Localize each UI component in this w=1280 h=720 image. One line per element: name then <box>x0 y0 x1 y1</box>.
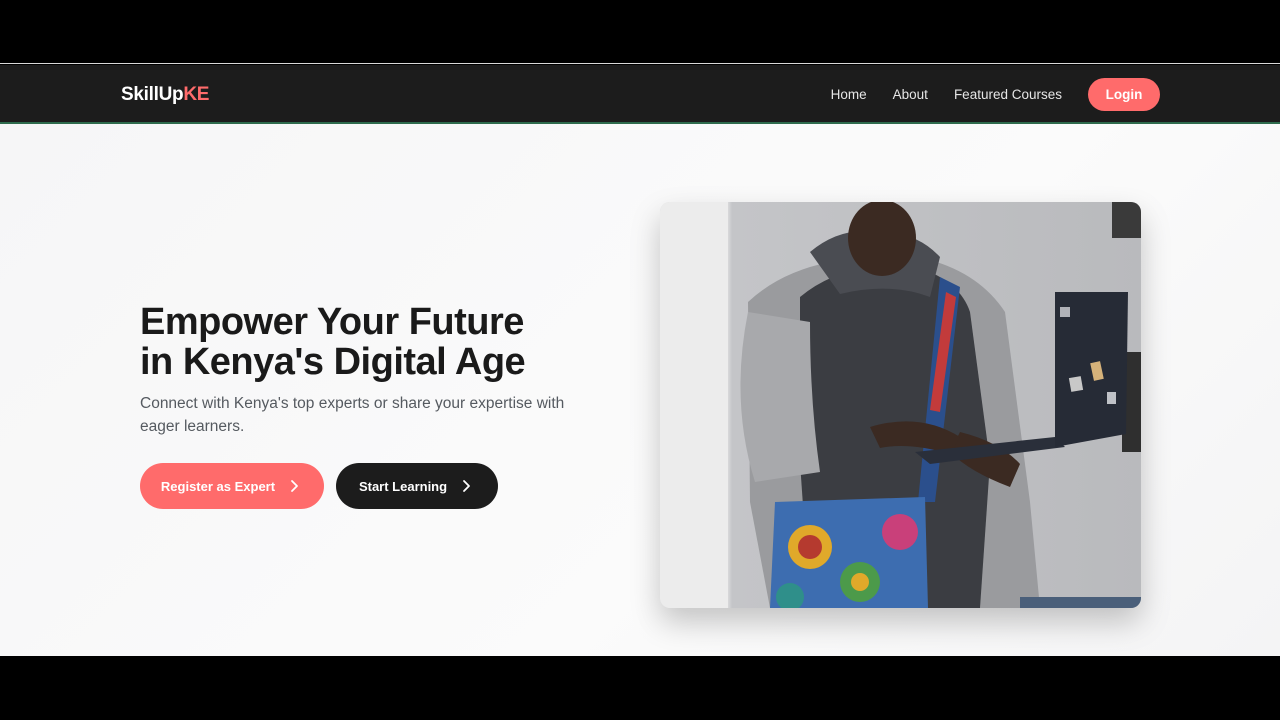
hero-photo-illustration <box>660 202 1141 608</box>
brand-logo[interactable]: SkillUpKE <box>121 84 209 106</box>
register-expert-button[interactable]: Register as Expert <box>140 463 324 509</box>
hero-subtext: Connect with Kenya's top experts or shar… <box>140 395 565 435</box>
chevron-right-icon <box>463 480 470 492</box>
login-button[interactable]: Login <box>1088 78 1160 111</box>
chevron-right-icon <box>291 480 298 492</box>
headline-line-1: Empower Your Future <box>140 301 524 343</box>
letterbox-bottom <box>0 656 1280 720</box>
start-learning-label: Start Learning <box>358 478 448 494</box>
nav-links: Home About Featured Courses Login <box>831 78 1160 111</box>
hero-headline: Empower Your Future in Kenya's Digital A… <box>140 302 600 382</box>
start-learning-button[interactable]: Start Learning <box>336 463 498 509</box>
nav-link-featured-courses[interactable]: Featured Courses <box>954 87 1062 102</box>
divider <box>0 63 1280 64</box>
nav-link-home[interactable]: Home <box>831 87 867 102</box>
brand-suffix: KE <box>183 84 210 105</box>
navbar: SkillUpKE Home About Featured Courses Lo… <box>0 65 1280 124</box>
nav-link-about[interactable]: About <box>893 87 928 102</box>
hero-section: Empower Your Future in Kenya's Digital A… <box>0 124 1280 656</box>
register-expert-label: Register as Expert <box>160 478 276 494</box>
headline-line-2: in Kenya's Digital Age <box>140 341 526 383</box>
hero-image <box>660 202 1141 608</box>
brand-name: SkillUp <box>121 84 184 105</box>
letterbox-top <box>0 0 1280 64</box>
